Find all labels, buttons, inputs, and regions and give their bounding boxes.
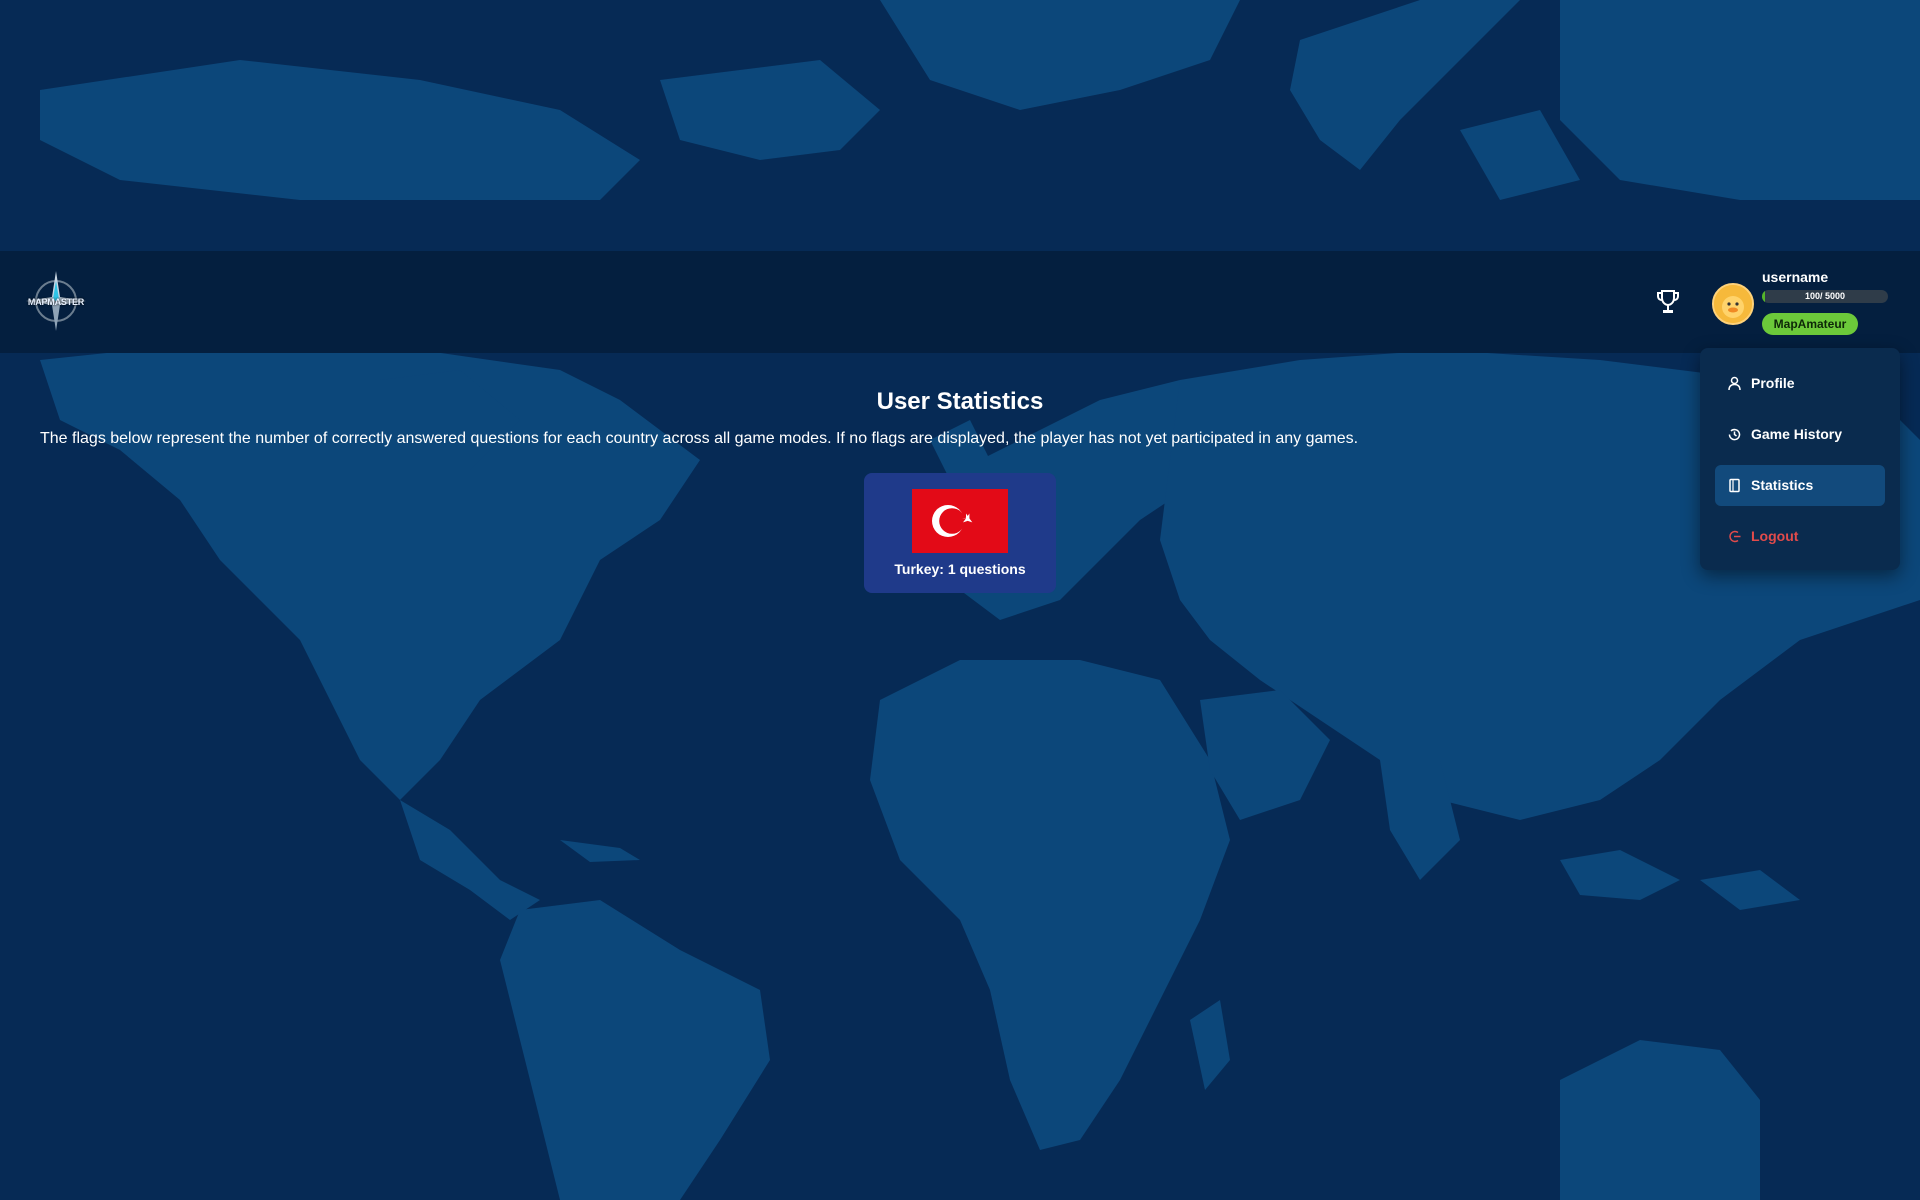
duck-avatar-icon bbox=[1714, 285, 1752, 323]
user-icon bbox=[1727, 376, 1742, 391]
menu-item-profile[interactable]: Profile bbox=[1715, 363, 1885, 404]
flag-card: Turkey: 1 questions bbox=[864, 473, 1056, 593]
user-dropdown-menu: Profile Game History Statistics Logout bbox=[1700, 348, 1900, 570]
history-icon bbox=[1727, 427, 1742, 442]
menu-item-game-history[interactable]: Game History bbox=[1715, 414, 1885, 455]
xp-text: 100/ 5000 bbox=[1804, 291, 1846, 301]
menu-item-logout[interactable]: Logout bbox=[1715, 516, 1885, 557]
menu-item-statistics[interactable]: Statistics bbox=[1715, 465, 1885, 506]
page-description: The flags below represent the number of … bbox=[40, 430, 1359, 447]
menu-item-label: Statistics bbox=[1751, 477, 1814, 493]
page-title: User Statistics bbox=[876, 388, 1044, 415]
statistics-content: User Statistics The flags below represen… bbox=[0, 353, 1920, 1200]
book-icon bbox=[1727, 478, 1742, 493]
logo-text: MAPMASTER bbox=[27, 297, 85, 307]
trophy-icon[interactable] bbox=[1654, 288, 1682, 316]
menu-item-label: Logout bbox=[1751, 528, 1799, 544]
username-label: username bbox=[1762, 269, 1829, 285]
mapmaster-logo[interactable]: MAPMASTER bbox=[24, 269, 88, 333]
user-avatar[interactable] bbox=[1712, 283, 1754, 325]
menu-item-label: Profile bbox=[1751, 375, 1795, 391]
flag-label: Turkey: 1 questions bbox=[894, 561, 1026, 577]
top-navbar: MAPMASTER username 100/ 5000 MapAmateur bbox=[0, 251, 1920, 353]
turkey-flag-icon bbox=[912, 489, 1008, 553]
xp-progress-bar: 100/ 5000 bbox=[1762, 290, 1888, 303]
rank-badge: MapAmateur bbox=[1762, 313, 1858, 335]
logout-icon bbox=[1727, 529, 1742, 544]
menu-item-label: Game History bbox=[1751, 426, 1843, 442]
